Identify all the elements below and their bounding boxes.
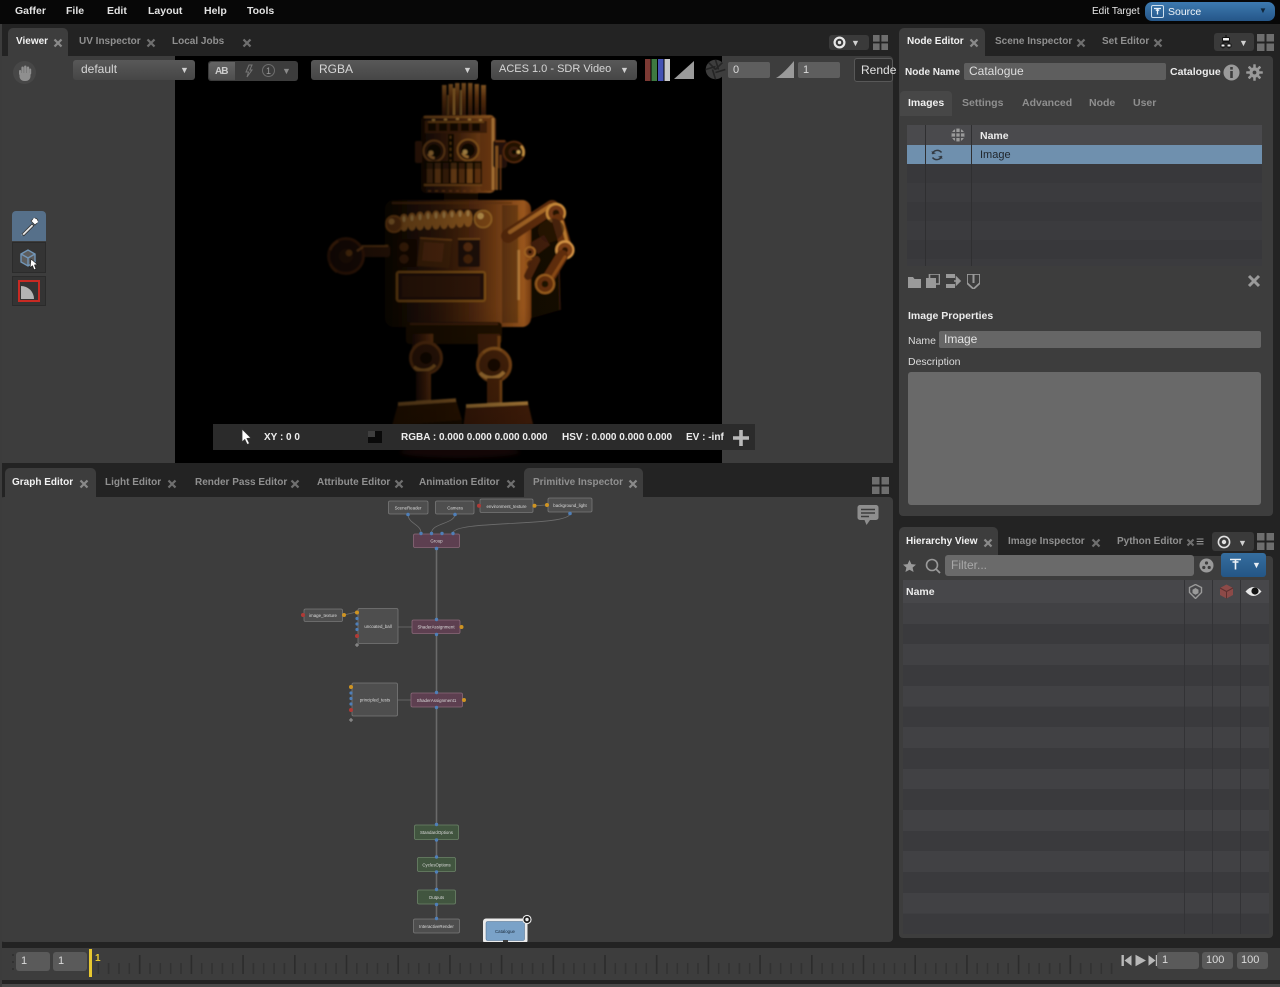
svg-text:ShaderAssignment1: ShaderAssignment1 bbox=[417, 698, 457, 703]
svg-text:Camera: Camera bbox=[447, 506, 463, 511]
svg-text:uncoated_ball: uncoated_ball bbox=[364, 624, 391, 629]
svg-text:principled_tests: principled_tests bbox=[360, 698, 391, 703]
svg-text:SceneReader: SceneReader bbox=[395, 506, 422, 511]
svg-text:StandardOptions: StandardOptions bbox=[420, 830, 454, 835]
svg-text:Catalogue: Catalogue bbox=[495, 929, 516, 934]
svg-text:Group: Group bbox=[430, 539, 443, 544]
svg-text:environment_texture: environment_texture bbox=[486, 504, 527, 509]
svg-text:ShaderAssignment: ShaderAssignment bbox=[417, 625, 455, 630]
svg-text:image_texture: image_texture bbox=[309, 613, 337, 618]
svg-text:CyclesOptions: CyclesOptions bbox=[422, 863, 451, 868]
svg-text:background_light: background_light bbox=[553, 503, 587, 508]
svg-text:InteractiveRender: InteractiveRender bbox=[419, 924, 454, 929]
svg-text:Outputs: Outputs bbox=[429, 895, 445, 900]
